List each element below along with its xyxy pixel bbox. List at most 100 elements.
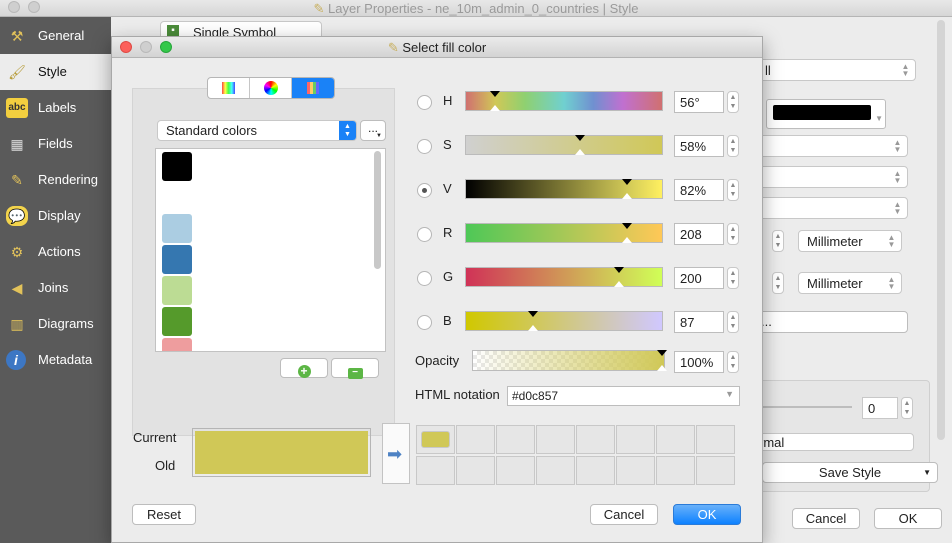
quick-swatch-cell[interactable] <box>536 456 575 485</box>
offset-unit-combo[interactable]: Millimeter ▲ ▼ <box>798 272 902 294</box>
channel-radio-v[interactable] <box>417 183 432 198</box>
palette-swatch[interactable] <box>162 276 192 305</box>
channel-spin-g[interactable]: ▲ ▼ <box>727 267 739 289</box>
save-style-button[interactable]: Save Style ▼ <box>762 462 938 483</box>
slider-handle[interactable] <box>622 223 632 229</box>
quick-swatch-cell[interactable] <box>616 456 655 485</box>
stroke-style-combo[interactable]: ▲ ▼ <box>750 197 908 219</box>
data-defined-button[interactable]: ... <box>750 311 908 333</box>
palette-menu-button[interactable]: ... ▼ <box>360 120 386 141</box>
slider-handle[interactable] <box>622 179 632 185</box>
palette-scrollbar[interactable] <box>374 151 381 269</box>
channel-slider-v[interactable] <box>465 179 663 199</box>
channel-input-r[interactable]: 208 <box>674 223 724 245</box>
sidebar-item-fields[interactable]: ▦ Fields <box>0 126 111 162</box>
palette-swatch-list[interactable] <box>155 148 386 352</box>
quick-swatch-cell[interactable] <box>496 425 535 454</box>
add-to-swatches-button[interactable]: ➡ <box>382 423 410 484</box>
outline-style-combo[interactable]: ▲ ▼ <box>750 135 908 157</box>
blend-mode-combo[interactable]: rmal <box>750 433 914 451</box>
old-color-swatch[interactable] <box>195 453 368 474</box>
channel-radio-b[interactable] <box>417 315 432 330</box>
sidebar-item-diagrams[interactable]: ▥ Diagrams <box>0 306 111 342</box>
outline-color-button[interactable]: ▼ <box>766 99 886 129</box>
stroke-width-spin[interactable]: ▲ ▼ <box>772 230 784 252</box>
palette-combo[interactable]: Standard colors ▲ ▼ <box>157 120 357 141</box>
channel-slider-h[interactable] <box>465 91 663 111</box>
sidebar-item-style[interactable]: 🖌 Style <box>0 54 111 90</box>
quick-swatch-cell[interactable] <box>456 425 495 454</box>
channel-spin-s[interactable]: ▲ ▼ <box>727 135 739 157</box>
palette-swatch[interactable] <box>162 152 192 181</box>
channel-spin-v[interactable]: ▲ ▼ <box>727 179 739 201</box>
opacity-input[interactable]: 100% <box>674 351 724 373</box>
slider-handle[interactable] <box>575 135 585 141</box>
channel-slider-s[interactable] <box>465 135 663 155</box>
quick-swatch-cell[interactable] <box>656 425 695 454</box>
tab-color-wheel[interactable] <box>250 78 292 98</box>
channel-input-g[interactable]: 200 <box>674 267 724 289</box>
main-cancel-button[interactable]: Cancel <box>792 508 860 529</box>
main-ok-button[interactable]: OK <box>874 508 942 529</box>
palette-swatch[interactable] <box>162 245 192 274</box>
sidebar-item-actions[interactable]: ⚙ Actions <box>0 234 111 270</box>
channel-radio-r[interactable] <box>417 227 432 242</box>
quick-swatch-cell[interactable] <box>536 425 575 454</box>
join-style-combo[interactable]: ▲ ▼ <box>750 166 908 188</box>
channel-input-h[interactable]: 56° <box>674 91 724 113</box>
palette-swatch[interactable] <box>162 183 192 212</box>
tab-swatch-grid[interactable] <box>292 78 334 98</box>
channel-input-s[interactable]: 58% <box>674 135 724 157</box>
sidebar-item-labels[interactable]: abc Labels <box>0 90 111 126</box>
quick-swatch-cell[interactable] <box>496 456 535 485</box>
channel-spin-b[interactable]: ▲ ▼ <box>727 311 739 333</box>
sidebar-item-general[interactable]: ⚒ General <box>0 18 111 54</box>
palette-swatch[interactable] <box>162 338 192 351</box>
channel-slider-g[interactable] <box>465 267 663 287</box>
add-color-button[interactable]: + <box>280 358 328 378</box>
stroke-unit-combo[interactable]: Millimeter ▲ ▼ <box>798 230 902 252</box>
channel-radio-g[interactable] <box>417 271 432 286</box>
channel-slider-b[interactable] <box>465 311 663 331</box>
quick-swatch-cell[interactable] <box>416 425 455 454</box>
palette-swatch[interactable] <box>162 214 192 243</box>
quick-swatch-cell[interactable] <box>416 456 455 485</box>
channel-spin-h[interactable]: ▲ ▼ <box>727 91 739 113</box>
quick-swatch-cell[interactable] <box>576 456 615 485</box>
sidebar-item-metadata[interactable]: i Metadata <box>0 342 111 378</box>
slider-handle[interactable] <box>614 267 624 273</box>
channel-slider-r[interactable] <box>465 223 663 243</box>
opacity-spin[interactable]: ▲ ▼ <box>727 351 739 373</box>
opacity-slider-handle[interactable] <box>657 350 667 356</box>
sidebar-item-display[interactable]: 💬 Display <box>0 198 111 234</box>
channel-input-b[interactable]: 87 <box>674 311 724 333</box>
channel-radio-s[interactable] <box>417 139 432 154</box>
fill-style-combo[interactable]: ll ▲ ▼ <box>740 59 916 81</box>
transparency-spin[interactable]: ▲ ▼ <box>901 397 913 419</box>
tab-color-ramp[interactable] <box>208 78 250 98</box>
channel-input-v[interactable]: 82% <box>674 179 724 201</box>
quick-swatch-cell[interactable] <box>656 456 695 485</box>
sidebar-item-rendering[interactable]: ✎ Rendering <box>0 162 111 198</box>
opacity-slider[interactable] <box>472 350 667 371</box>
quick-swatch-cell[interactable] <box>696 456 735 485</box>
dialog-cancel-button[interactable]: Cancel <box>590 504 658 525</box>
slider-handle[interactable] <box>490 91 500 97</box>
dialog-ok-button[interactable]: OK <box>673 504 741 525</box>
channel-radio-h[interactable] <box>417 95 432 110</box>
quick-swatch-cell[interactable] <box>616 425 655 454</box>
quick-swatch-cell[interactable] <box>576 425 615 454</box>
quick-swatch-cell[interactable] <box>456 456 495 485</box>
transparency-slider[interactable] <box>762 406 852 408</box>
slider-handle[interactable] <box>528 311 538 317</box>
quick-swatch-cell[interactable] <box>696 425 735 454</box>
transparency-input[interactable]: 0 <box>862 397 898 419</box>
palette-swatch[interactable] <box>162 307 192 336</box>
sidebar-item-joins[interactable]: ◀ Joins <box>0 270 111 306</box>
reset-button[interactable]: Reset <box>132 504 196 525</box>
main-scrollbar[interactable] <box>937 20 945 440</box>
offset-spin[interactable]: ▲ ▼ <box>772 272 784 294</box>
channel-spin-r[interactable]: ▲ ▼ <box>727 223 739 245</box>
remove-color-button[interactable]: − <box>331 358 379 379</box>
html-notation-input[interactable]: #d0c857 ▼ <box>507 386 740 406</box>
